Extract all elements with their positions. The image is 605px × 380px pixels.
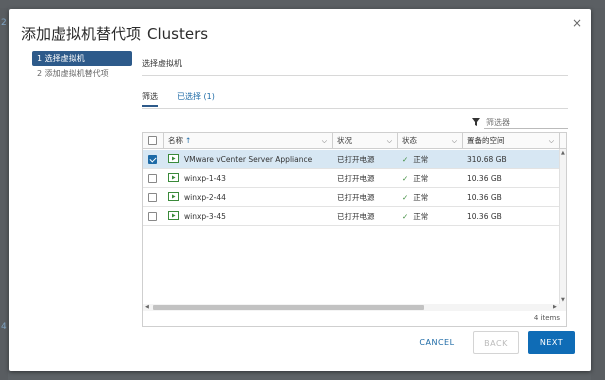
vm-powered-on-icon <box>168 211 179 220</box>
row-checkbox[interactable] <box>148 193 157 202</box>
next-button[interactable]: NEXT <box>528 331 575 354</box>
sort-ascending-icon: ↑ <box>185 136 192 145</box>
vm-state: 已打开电源 <box>337 155 375 164</box>
vm-name[interactable]: winxp-3-45 <box>184 212 226 221</box>
column-header-provisioned-space[interactable]: 置备的空间 ⌵ <box>463 133 560 149</box>
section-title: 选择虚拟机 <box>142 59 182 68</box>
vm-powered-on-icon <box>168 192 179 201</box>
scroll-right-icon[interactable]: ▶ <box>553 304 557 311</box>
divider <box>142 108 568 109</box>
vm-space: 10.36 GB <box>467 212 502 221</box>
chevron-down-icon[interactable]: ⌵ <box>322 133 327 149</box>
background-top <box>0 0 605 8</box>
scroll-down-icon[interactable]: ▼ <box>561 297 565 303</box>
column-header-label: 状态 <box>402 136 417 145</box>
wizard-step-select-vm[interactable]: 1 选择虚拟机 <box>32 51 132 66</box>
vertical-scrollbar[interactable]: ▲ ▼ <box>559 149 566 304</box>
column-header-state[interactable]: 状况 ⌵ <box>333 133 398 149</box>
vm-status: 正常 <box>413 212 429 221</box>
vm-status-cell: ✓ 正常 <box>402 169 428 188</box>
divider <box>142 75 568 76</box>
wizard-step-add-override: 2 添加虚拟机替代项 <box>37 69 109 78</box>
vm-table: 名称 ↑ ⌵ 状况 ⌵ 状态 ⌵ 置备的空间 ⌵ VMware vCenter … <box>142 132 567 327</box>
vm-powered-on-icon <box>168 173 179 182</box>
column-header-status[interactable]: 状态 ⌵ <box>398 133 463 149</box>
check-icon: ✓ <box>402 174 409 183</box>
table-header: 名称 ↑ ⌵ 状况 ⌵ 状态 ⌵ 置备的空间 ⌵ <box>143 133 566 149</box>
dialog-title: 添加虚拟机替代项 Clusters <box>21 23 208 44</box>
add-vm-override-dialog: 添加虚拟机替代项 Clusters × 1 选择虚拟机 2 添加虚拟机替代项 选择… <box>9 9 591 371</box>
check-icon: ✓ <box>402 193 409 202</box>
table-row[interactable]: winxp-3-45 已打开电源 ✓ 正常 10.36 GB <box>143 207 559 226</box>
background-fragment: 2 <box>1 18 7 28</box>
vm-name-cell: VMware vCenter Server Appliance <box>168 150 312 169</box>
vm-status: 正常 <box>413 193 429 202</box>
dialog-title-text: 添加虚拟机替代项 <box>21 25 142 43</box>
vm-state: 已打开电源 <box>337 212 375 221</box>
vm-status-cell: ✓ 正常 <box>402 150 428 169</box>
cancel-button[interactable]: CANCEL <box>407 331 467 354</box>
vm-space: 10.36 GB <box>467 193 502 202</box>
vm-name-cell: winxp-1-43 <box>168 169 226 188</box>
vm-state: 已打开电源 <box>337 174 375 183</box>
item-count: 4 items <box>533 314 560 322</box>
scroll-thumb[interactable] <box>153 305 424 310</box>
vm-space: 310.68 GB <box>467 155 507 164</box>
dialog-title-context: Clusters <box>147 25 209 43</box>
wizard-steps: 1 选择虚拟机 2 添加虚拟机替代项 <box>32 51 132 81</box>
vm-name[interactable]: winxp-2-44 <box>184 193 226 202</box>
vm-powered-on-icon <box>168 154 179 163</box>
table-row[interactable]: winxp-2-44 已打开电源 ✓ 正常 10.36 GB <box>143 188 559 207</box>
close-icon[interactable]: × <box>572 16 582 30</box>
vm-status-cell: ✓ 正常 <box>402 207 428 226</box>
back-button[interactable]: BACK <box>473 331 519 354</box>
chevron-down-icon[interactable]: ⌵ <box>549 133 554 149</box>
chevron-down-icon[interactable]: ⌵ <box>452 133 457 149</box>
vm-name[interactable]: VMware vCenter Server Appliance <box>184 155 312 164</box>
background-fragment: 4 <box>1 322 7 332</box>
check-icon: ✓ <box>402 212 409 221</box>
vm-status-cell: ✓ 正常 <box>402 188 428 207</box>
chevron-down-icon[interactable]: ⌵ <box>387 133 392 149</box>
vm-state: 已打开电源 <box>337 193 375 202</box>
tab-selected[interactable]: 已选择 (1) <box>177 91 215 105</box>
scroll-left-icon[interactable]: ◀ <box>145 304 149 311</box>
vm-status: 正常 <box>413 174 429 183</box>
vm-status: 正常 <box>413 155 429 164</box>
row-checkbox[interactable] <box>148 212 157 221</box>
filter-input[interactable] <box>484 117 568 129</box>
column-header-label: 状况 <box>337 136 352 145</box>
select-all-cell <box>143 133 164 149</box>
table-row[interactable]: winxp-1-43 已打开电源 ✓ 正常 10.36 GB <box>143 169 559 188</box>
tab-filter[interactable]: 筛选 <box>142 91 158 107</box>
row-checkbox[interactable] <box>148 174 157 183</box>
horizontal-scrollbar[interactable]: ◀ ▶ <box>143 304 566 311</box>
background-left-panel: 2 4 <box>0 8 8 380</box>
scroll-up-icon[interactable]: ▲ <box>561 150 565 156</box>
vm-name-cell: winxp-2-44 <box>168 188 226 207</box>
background-right-panel <box>591 8 605 380</box>
check-icon: ✓ <box>402 155 409 164</box>
vm-name[interactable]: winxp-1-43 <box>184 174 226 183</box>
column-header-name[interactable]: 名称 ↑ ⌵ <box>164 133 333 149</box>
vm-name-cell: winxp-3-45 <box>168 207 226 226</box>
vm-space: 10.36 GB <box>467 174 502 183</box>
column-header-label: 名称 <box>168 136 183 145</box>
table-row[interactable]: VMware vCenter Server Appliance 已打开电源 ✓ 正… <box>143 150 559 169</box>
column-header-label: 置备的空间 <box>467 136 505 145</box>
select-all-checkbox[interactable] <box>148 136 157 145</box>
filter-box <box>472 117 568 129</box>
funnel-icon <box>472 118 480 128</box>
row-checkbox[interactable] <box>148 155 157 164</box>
